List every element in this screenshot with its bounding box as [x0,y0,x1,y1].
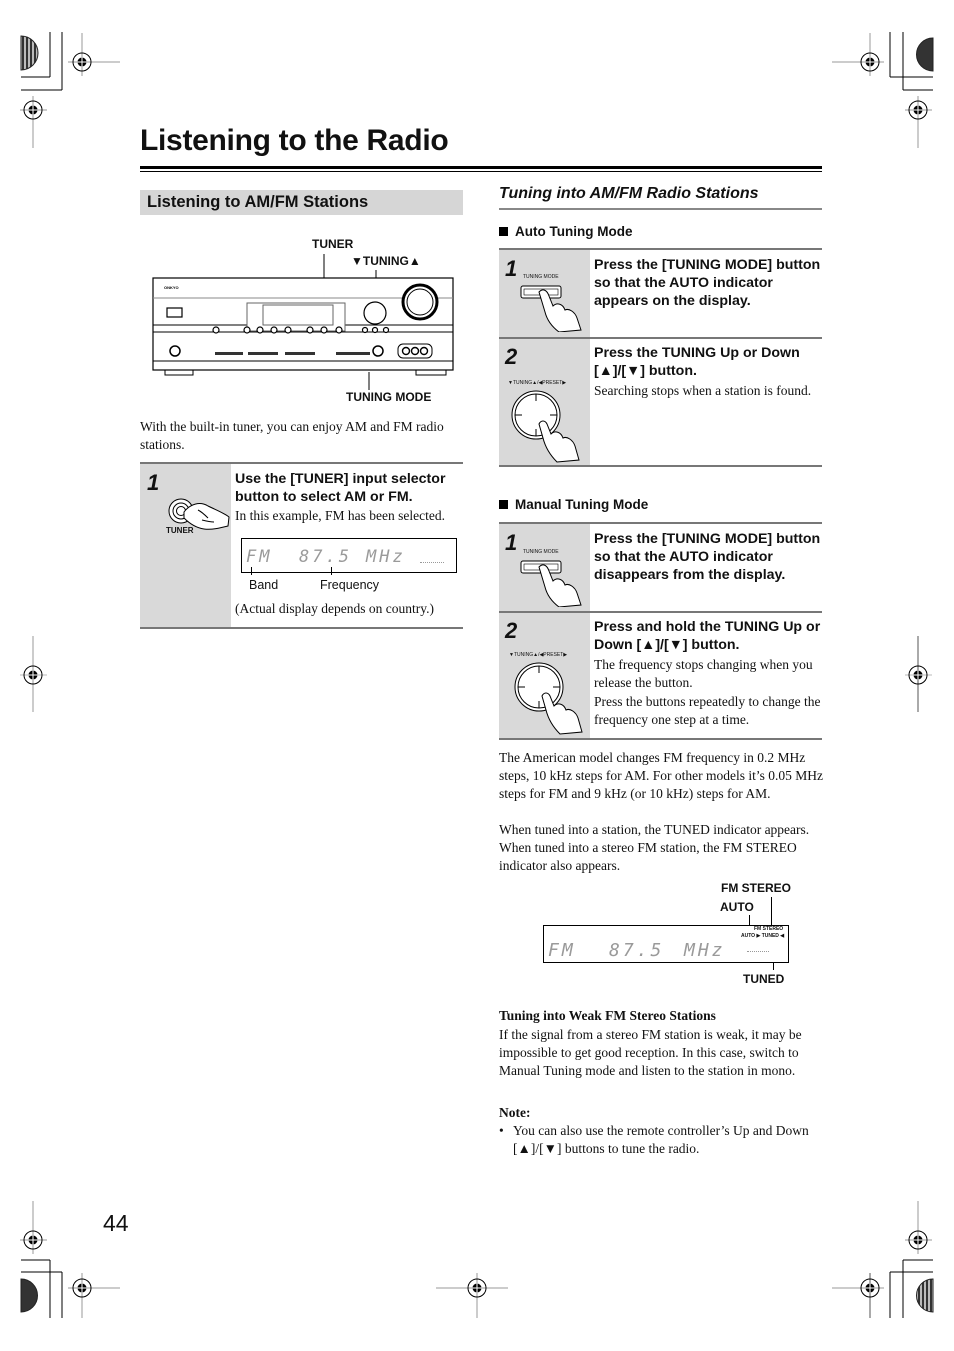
title-rule [140,166,822,169]
tuning-mode-button-press-icon [520,285,582,332]
lcd-indicator-dots [420,562,444,563]
step-1-select-tuner: 1 TUNER Use the [TUNER] input selector b… [140,462,463,629]
lcd-fm-stereo-indicator: FM STEREO [754,926,784,932]
step-number: 2 [505,618,518,643]
step-number: 1 [147,470,160,495]
auto-tuning-steps: 1 TUNING MODE Press the [TUNING MODE] bu… [499,248,822,467]
section-heading-rule [499,208,822,210]
volume-knob [401,283,439,321]
step-divider [499,337,822,339]
lcd-unit: MHz [684,940,726,961]
side-mark-left [20,636,47,712]
page-number: 44 [103,1210,129,1236]
note-heading: Note: [499,1105,531,1120]
tuning-dial-press-icon [511,390,580,463]
weak-stations-heading: Tuning into Weak FM Stereo Stations [499,1008,716,1023]
tuning-knob [363,301,387,325]
section-heading-tuning: Tuning into AM/FM Radio Stations [499,185,759,202]
lcd-band: FM [548,940,576,961]
leader-band [251,567,252,575]
page-title: Listening to the Radio [140,124,449,157]
tuning-mode-icon-label: TUNING MODE [523,549,559,555]
lcd-auto-tuned-indicator: AUTO ▶ TUNED ◀ [741,933,785,939]
section-heading-am-fm-stations: Listening to AM/FM Stations [140,190,463,215]
step-title: Press the [TUNING MODE] button so that t… [594,257,821,309]
tuning-preset-icon-label: ▼TUNING▲/◀PRESET▶ [508,380,567,386]
label-tuner: TUNER [312,237,354,251]
display-note: (Actual display depends on country.) [235,601,434,616]
label-band: Band [249,578,279,592]
lcd-unit: MHz [366,547,406,567]
phones-jack [169,345,181,357]
weak-stations-text: If the signal from a stereo FM station i… [499,1027,802,1078]
lcd-frequency: 87.5 [299,547,352,567]
lcd-indicator-dots [747,951,769,952]
label-frequency: Frequency [320,578,380,592]
step-number: 1 [505,256,518,281]
step-text: In this example, FM has been selected. [235,508,445,523]
manual-tuning-steps: 1 TUNING MODE Press the [TUNING MODE] bu… [499,522,822,740]
tuned-indicator-paragraph: When tuned into a station, the TUNED ind… [499,822,810,873]
tuning-mode-icon-label: TUNING MODE [523,274,559,280]
corner-mark-top-right [832,32,934,148]
label-tuning-mode: TUNING MODE [346,390,432,404]
power-switch [166,307,183,318]
note-bullet-icon: • [499,1123,504,1138]
square-bullet-icon [499,500,508,509]
subheading-text: Manual Tuning Mode [515,497,649,512]
step-title: Press the [TUNING MODE] button so that t… [594,531,821,583]
step-title: Use the [TUNER] input selector button to… [235,471,446,505]
title-rule-thin [140,171,822,172]
step-title: Press the TUNING Up or Down [▲]/[▼] butt… [594,345,800,379]
note-text: You can also use the remote controller’s… [513,1123,809,1156]
lcd-display-indicators: FM STEREO AUTO ▶ TUNED ◀ FM 87.5 MHz [543,925,789,963]
step-title: Press and hold the TUNING Up or Down [▲]… [594,619,821,653]
tuning-dial-press-icon [514,662,583,735]
label-tuned: TUNED [743,972,785,986]
corner-mark-bottom-right [832,1201,934,1318]
intro-text: With the built-in tuner, you can enjoy A… [140,419,444,452]
subheading-text: Auto Tuning Mode [515,224,633,239]
step-text: Press the buttons repeatedly to change t… [594,694,821,728]
step-text: Searching stops when a station is found. [594,383,812,398]
subheading-manual-tuning: Manual Tuning Mode [499,497,648,512]
lcd-display-example: FM 87.5 MHz [241,538,457,573]
step-text: The frequency stops changing when you re… [594,657,813,691]
step-number: 2 [505,344,518,369]
receiver-front-panel-diagram: ONKYO [152,254,454,390]
tuner-icon-label: TUNER [166,526,194,535]
leader-frequency [331,567,332,575]
tuning-mode-button-press-icon [520,560,582,607]
lcd-band: FM [246,547,273,567]
label-fm-stereo: FM STEREO [721,881,792,895]
square-bullet-icon [499,227,508,236]
lcd-frequency: 87.5 [609,940,665,961]
subheading-auto-tuning: Auto Tuning Mode [499,224,632,239]
bottom-center-mark [436,1273,508,1318]
leader-fm-stereo [771,897,772,927]
tuning-preset-icon-label: ▼TUNING▲/◀PRESET▶ [509,652,568,658]
section-heading-text: Listening to AM/FM Stations [147,193,369,211]
side-mark-right [905,636,932,712]
corner-mark-top-left [20,32,120,148]
label-auto: AUTO [720,900,754,914]
brand-logo: ONKYO [164,285,179,290]
frequency-steps-paragraph: The American model changes FM frequency … [499,750,823,801]
step-divider [499,611,822,613]
step-number: 1 [505,530,518,555]
